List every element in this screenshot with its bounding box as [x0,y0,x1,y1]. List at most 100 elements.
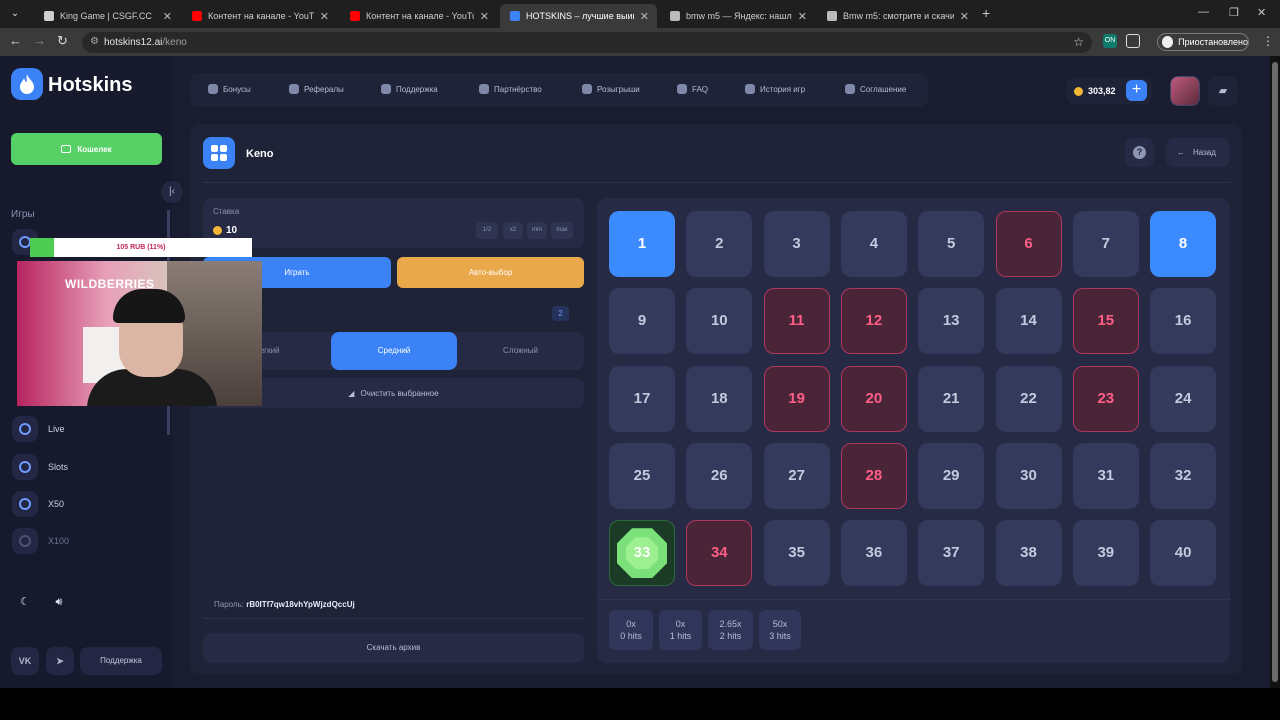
browser-tab[interactable]: HOTSKINS – лучшие выигрыши ✕ [500,4,657,28]
forward-arrow-icon[interactable]: → [33,33,46,49]
keno-cell[interactable]: 11 [763,288,830,355]
keno-cell[interactable]: 28 [840,442,907,509]
browser-tab[interactable]: bmw m5 — Яндекс: нашлось 3 ✕ [660,4,815,28]
bet-double-button[interactable]: x2 [503,222,523,239]
dark-mode-moon-icon[interactable]: ☾ [12,590,38,614]
keno-cell[interactable]: 26 [686,442,753,509]
nav-item[interactable]: Бонусы [208,84,251,94]
keno-cell[interactable]: 39 [1072,520,1139,587]
chat-icon[interactable]: ▰ [1208,76,1238,106]
nav-item[interactable]: Соглашение [845,84,906,94]
bet-max-button[interactable]: max [551,222,573,239]
keno-cell[interactable]: 6 [995,211,1062,277]
tab-close-icon[interactable]: ✕ [960,10,969,23]
keno-cell[interactable]: 16 [1150,288,1217,355]
keno-cell[interactable]: 25 [609,442,675,509]
page-scrollbar[interactable] [1270,56,1280,688]
browser-tab[interactable]: Контент на канале - YouTube S ✕ [340,4,497,28]
sidebar-item-x100[interactable]: X100 [12,527,69,555]
keno-cell[interactable]: 31 [1072,442,1139,509]
keno-cell[interactable]: 17 [609,365,675,432]
keno-cell[interactable]: 9 [609,288,675,355]
close-window-icon[interactable]: ✕ [1257,6,1266,19]
sidebar-item-live[interactable]: Live [12,415,65,443]
browser-tab[interactable]: King Game | CSGF.CC ✕ [34,4,180,28]
keno-cell[interactable]: 21 [918,365,985,432]
keno-cell[interactable]: 27 [763,442,830,509]
keno-cell[interactable]: 38 [995,520,1062,587]
keno-cell[interactable]: 30 [995,442,1062,509]
extensions-puzzle-icon[interactable] [1126,34,1140,48]
risk-hard-button[interactable]: Сложный [457,332,584,370]
keno-cell[interactable]: 34 [686,520,753,587]
browser-menu-icon[interactable]: ⋮ [1262,34,1274,48]
back-arrow-icon[interactable]: ← [9,33,22,49]
wallet-button[interactable]: Кошелек [11,133,162,165]
keno-cell[interactable]: 10 [686,288,753,355]
keno-cell[interactable]: 2 [686,211,753,277]
reload-icon[interactable]: ↻ [57,33,68,49]
keno-cell[interactable]: 23 [1072,365,1139,432]
vk-icon[interactable]: VK [11,647,39,675]
auto-pick-button[interactable]: Авто-выбор [397,257,584,288]
keno-cell[interactable]: 4 [840,211,907,277]
back-button[interactable]: ← Назад [1166,138,1230,167]
nav-item[interactable]: Партнёрство [479,84,542,94]
nav-item[interactable]: История игр [745,84,805,94]
new-tab-button[interactable]: + [982,5,990,21]
keno-cell[interactable]: 32 [1150,442,1217,509]
keno-cell[interactable]: 8 [1150,211,1217,277]
tab-search-chevron-icon[interactable]: ⌄ [6,6,24,22]
keno-cell[interactable]: 24 [1150,365,1217,432]
deposit-plus-button[interactable]: + [1126,80,1147,101]
nav-item[interactable]: Поддержка [381,84,438,94]
keno-cell[interactable]: 40 [1150,520,1217,587]
sidebar-item-slots[interactable]: Slots [12,453,68,481]
keno-cell[interactable]: 7 [1072,211,1139,277]
extension-icon[interactable]: ON [1103,34,1117,48]
keno-cell[interactable]: 33 [609,520,675,587]
bet-value-field[interactable]: 10 [213,225,237,236]
sound-icon[interactable]: 🔊︎ [46,590,72,614]
bet-half-button[interactable]: 1/2 [476,222,498,239]
minimize-icon[interactable]: — [1198,6,1209,18]
download-archive-button[interactable]: Скачать архив [203,633,584,663]
tab-close-icon[interactable]: ✕ [798,10,807,23]
tab-close-icon[interactable]: ✕ [480,10,489,23]
user-avatar[interactable] [1170,76,1200,106]
brand-name[interactable]: Hotskins [48,74,132,97]
bet-min-button[interactable]: min [527,222,547,239]
keno-cell[interactable]: 13 [918,288,985,355]
profile-paused-button[interactable]: Приостановлено [1157,33,1249,51]
address-bar[interactable]: ⚙ hotskins12.ai/keno ☆ [82,32,1092,53]
logo-flame-icon[interactable] [11,68,43,100]
keno-cell[interactable]: 22 [995,365,1062,432]
keno-cell[interactable]: 12 [840,288,907,355]
risk-medium-button[interactable]: Средний [331,332,457,370]
keno-cell[interactable]: 14 [995,288,1062,355]
tab-close-icon[interactable]: ✕ [320,10,329,23]
browser-tab[interactable]: Bmw m5: смотрите и скачивай ✕ [817,4,977,28]
telegram-icon[interactable]: ➤ [46,647,74,675]
nav-item[interactable]: FAQ [677,84,708,94]
keno-cell[interactable]: 18 [686,365,753,432]
keno-cell[interactable]: 37 [918,520,985,587]
browser-tab[interactable]: Контент на канале - YouTube S ✕ [182,4,337,28]
scrollbar-thumb[interactable] [1272,62,1278,682]
nav-item[interactable]: Рефералы [289,84,344,94]
help-button[interactable]: ? [1125,138,1154,167]
support-button[interactable]: Поддержка [80,647,162,675]
tab-close-icon[interactable]: ✕ [163,10,172,23]
keno-cell[interactable]: 20 [840,365,907,432]
keno-cell[interactable]: 19 [763,365,830,432]
collapse-sidebar-icon[interactable]: |‹ [161,181,183,203]
keno-cell[interactable]: 35 [763,520,830,587]
site-info-icon[interactable]: ⚙ [90,36,99,47]
keno-cell[interactable]: 29 [918,442,985,509]
keno-cell[interactable]: 15 [1072,288,1139,355]
maximize-icon[interactable]: ❐ [1229,6,1239,19]
bookmark-star-icon[interactable]: ☆ [1073,35,1084,49]
keno-cell[interactable]: 36 [840,520,907,587]
sidebar-item-x50[interactable]: X50 [12,490,64,518]
keno-cell[interactable]: 3 [763,211,830,277]
